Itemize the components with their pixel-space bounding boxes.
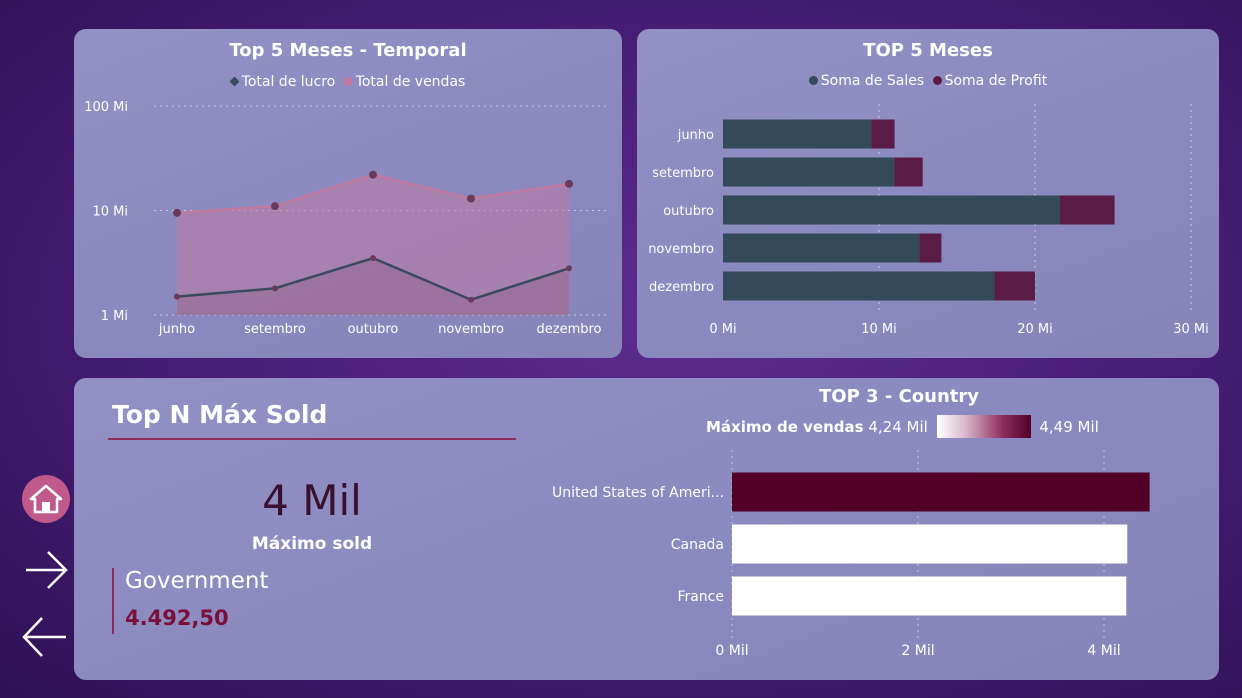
sales-bar — [723, 119, 872, 149]
y-category-label: setembro — [652, 166, 714, 181]
lucro-point — [370, 255, 376, 262]
x-tick-label: 0 Mil — [715, 643, 748, 659]
sales-bar — [723, 195, 1060, 225]
y-category-label: outubro — [663, 204, 714, 219]
x-tick-label: 0 Mi — [709, 322, 736, 337]
vendas-point — [565, 179, 573, 188]
x-tick-label: outubro — [348, 322, 399, 337]
country-bar — [732, 524, 1128, 564]
vendas-point — [271, 202, 279, 211]
profit-bar — [1059, 195, 1115, 225]
y-category-label: junho — [677, 128, 714, 143]
profit-bar — [994, 271, 1035, 301]
country-chart: 0 Mil 2 Mil 4 Mil United States of Ameri...… — [552, 450, 1150, 659]
x-tick-label: 2 Mil — [901, 643, 934, 659]
y-category-label: novembro — [648, 242, 714, 257]
y-tick-label: 10 Mi — [92, 205, 128, 220]
arrow-left-icon — [22, 617, 66, 657]
arrow-right-icon — [26, 551, 68, 589]
lucro-point — [468, 296, 474, 303]
y-tick-label: 1 Mi — [101, 309, 128, 324]
home-button[interactable] — [22, 475, 70, 523]
vendas-point — [173, 208, 181, 217]
x-tick-label: 4 Mil — [1087, 643, 1120, 659]
y-category-label: dezembro — [649, 280, 714, 295]
profit-bar — [919, 233, 942, 263]
profit-bar — [871, 119, 895, 149]
country-bar — [732, 576, 1127, 616]
line-chart-panel: Top 5 Meses - Temporal Total de lucro To… — [74, 29, 622, 358]
lucro-point — [566, 265, 572, 272]
country-label: France — [677, 589, 724, 605]
x-tick-label: 30 Mi — [1173, 322, 1209, 337]
country-bar — [732, 472, 1150, 512]
lucro-point — [272, 285, 278, 292]
bottom-panel: Top N Máx Sold 4 Mil Máximo sold Governm… — [74, 378, 1219, 680]
next-page-button[interactable] — [22, 548, 70, 592]
sales-bar — [723, 233, 920, 263]
x-tick-label: 20 Mi — [1017, 322, 1053, 337]
country-label: Canada — [671, 537, 724, 553]
x-tick-label: 10 Mi — [861, 322, 897, 337]
profit-bar — [894, 157, 923, 187]
sales-bar — [723, 271, 995, 301]
home-icon — [29, 484, 63, 514]
back-page-button[interactable] — [20, 614, 70, 660]
lucro-point — [174, 293, 180, 300]
x-tick-label: junho — [158, 322, 195, 337]
line-chart: 100 Mi 10 Mi 1 Mi junho setembro outubro novem… — [84, 100, 606, 337]
bar-chart-panel: TOP 5 Meses Soma de Sales Soma de Profit… — [637, 29, 1219, 358]
country-label: United States of Ameri... — [552, 485, 724, 501]
bar-chart: 0 Mi 10 Mi 20 Mi 30 Mi junho setembro outubro n… — [648, 104, 1209, 337]
y-tick-label: 100 Mi — [84, 100, 128, 115]
sales-bar — [723, 157, 895, 187]
x-tick-label: setembro — [244, 322, 306, 337]
x-tick-label: novembro — [438, 322, 504, 337]
vendas-point — [467, 194, 475, 203]
vendas-point — [369, 170, 377, 179]
x-tick-label: dezembro — [537, 322, 602, 337]
